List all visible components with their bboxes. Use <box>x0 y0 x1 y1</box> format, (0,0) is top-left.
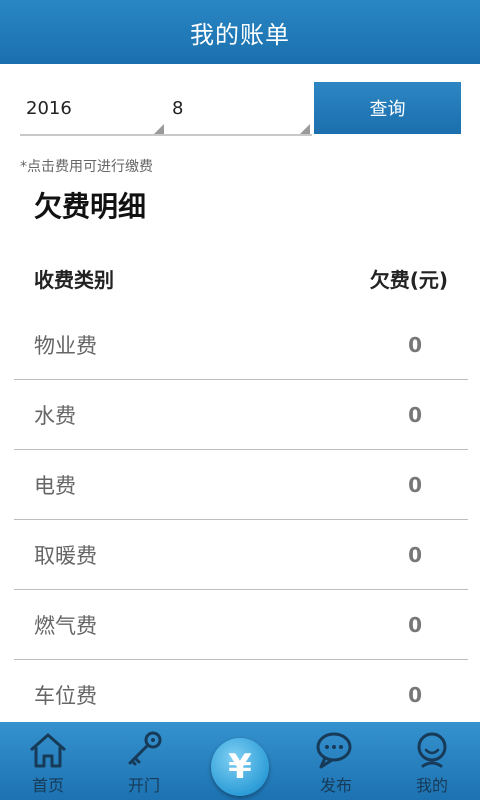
section-title: 欠费明细 <box>34 190 147 223</box>
fee-row-property[interactable]: 物业费 0 <box>14 310 468 380</box>
year-value: 2016 <box>26 97 72 119</box>
column-header-category: 收费类别 <box>34 267 114 292</box>
tab-payment[interactable]: ¥ <box>192 722 288 800</box>
fee-label: 取暖费 <box>34 543 97 568</box>
bottom-tab-bar: 首页 开门 ¥ 发布 我的 <box>0 722 480 800</box>
tab-label: 首页 <box>31 776 64 795</box>
user-face-icon <box>417 732 447 768</box>
fee-row-electricity[interactable]: 电费 0 <box>14 450 468 520</box>
fee-label: 水费 <box>34 403 76 428</box>
fee-row-heating[interactable]: 取暖费 0 <box>14 520 468 590</box>
fee-amount: 0 <box>408 683 422 707</box>
tab-publish[interactable]: 发布 <box>288 722 384 800</box>
tab-label: 发布 <box>319 776 352 795</box>
dropdown-corner-icon <box>154 124 164 134</box>
fee-label: 物业费 <box>34 333 97 358</box>
payment-hint: *点击费用可进行缴费 <box>20 159 153 175</box>
key-icon <box>128 731 162 766</box>
column-header-amount: 欠费(元) <box>369 267 448 292</box>
fee-amount: 0 <box>408 472 422 497</box>
tab-open-door[interactable]: 开门 <box>96 722 192 800</box>
yuan-icon: ¥ <box>211 738 269 796</box>
tab-mine[interactable]: 我的 <box>384 722 480 800</box>
tab-label: 开门 <box>127 776 160 795</box>
fee-label: 燃气费 <box>34 613 97 638</box>
month-value: 8 <box>172 97 184 119</box>
fee-list: 物业费 0 水费 0 电费 0 取暖费 0 燃气费 0 车位费 0 <box>14 310 468 730</box>
tab-home[interactable]: 首页 <box>0 722 96 800</box>
fee-amount: 0 <box>408 612 422 637</box>
month-select[interactable]: 8 <box>166 82 312 136</box>
fee-row-water[interactable]: 水费 0 <box>14 380 468 450</box>
app-header: 我的账单 <box>0 0 480 64</box>
fee-amount: 0 <box>408 332 422 357</box>
page-title: 我的账单 <box>190 20 290 49</box>
query-button[interactable]: 查询 <box>314 82 461 134</box>
fee-label: 车位费 <box>34 684 97 708</box>
table-header: 收费类别 欠费(元) <box>34 258 448 298</box>
tab-label: 我的 <box>415 776 448 795</box>
fee-label: 电费 <box>34 473 76 498</box>
year-select[interactable]: 2016 <box>20 82 166 136</box>
fee-row-gas[interactable]: 燃气费 0 <box>14 590 468 660</box>
home-icon <box>30 733 66 768</box>
chat-bubble-icon <box>316 732 352 769</box>
fee-amount: 0 <box>408 402 422 427</box>
fee-row-parking[interactable]: 车位费 0 <box>14 660 468 730</box>
filter-row: 2016 8 查询 <box>0 82 480 136</box>
dropdown-corner-icon <box>300 124 310 134</box>
fee-amount: 0 <box>408 542 422 567</box>
